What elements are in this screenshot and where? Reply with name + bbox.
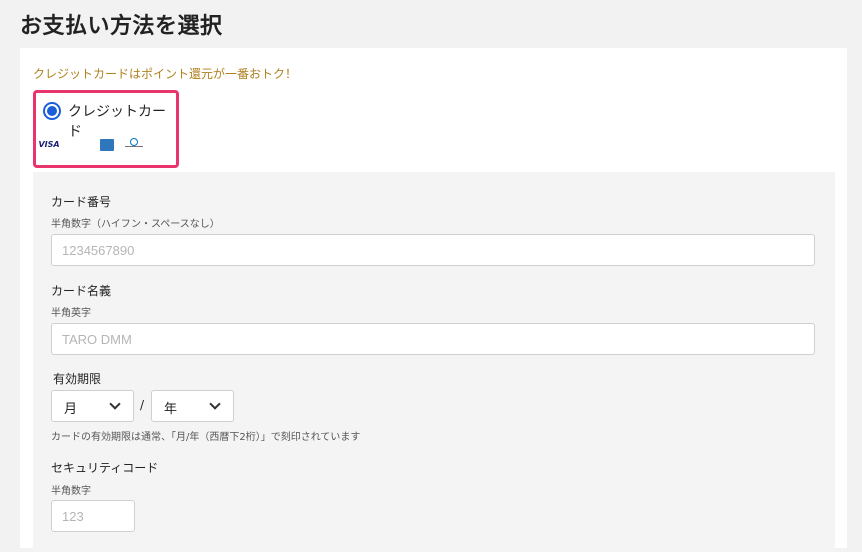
expiry-year-value: 年: [164, 402, 178, 417]
expiry-month-select[interactable]: 月: [51, 390, 134, 422]
credit-card-label[interactable]: クレジットカード: [68, 101, 176, 141]
expiry-year-select[interactable]: 年: [151, 390, 234, 422]
card-name-hint: 半角英字: [51, 308, 91, 319]
card-number-input[interactable]: [51, 234, 815, 266]
amex-icon: [100, 138, 114, 151]
expiry-month-value: 月: [64, 402, 78, 417]
credit-card-radio[interactable]: [43, 102, 61, 120]
visa-icon: VISA: [38, 140, 60, 149]
expiry-separator: /: [140, 398, 145, 412]
chevron-down-icon: [209, 398, 221, 410]
card-number-hint: 半角数字（ハイフン・スペースなし）: [51, 219, 220, 230]
card-number-label: カード番号: [51, 195, 112, 209]
security-code-hint: 半角数字: [51, 486, 91, 497]
page-title: お支払い方法を選択: [20, 14, 223, 39]
payment-panel: クレジットカードはポイント還元が一番おトク！ クレジットカード VISA カード…: [20, 48, 847, 552]
card-name-label: カード名義: [51, 284, 112, 298]
expiry-hint: カードの有効期限は通常、「月/年（西暦下2桁）」で刻印されています: [51, 432, 361, 443]
diners-club-icon: [125, 138, 143, 151]
card-name-input[interactable]: [51, 323, 815, 355]
card-form: カード番号 半角数字（ハイフン・スペースなし） カード名義 半角英字 有効期限 …: [33, 172, 835, 552]
chevron-down-icon: [109, 398, 121, 410]
security-code-label: セキュリティコード: [51, 461, 159, 475]
page-edge: [847, 0, 862, 536]
security-code-input[interactable]: [51, 500, 135, 532]
promo-text: クレジットカードはポイント還元が一番おトク！: [33, 67, 298, 81]
expiry-label: 有効期限: [53, 372, 102, 386]
jcb-icon: [71, 139, 89, 151]
card-brand-logos: VISA: [38, 138, 143, 151]
credit-card-option[interactable]: クレジットカード VISA: [33, 90, 179, 168]
